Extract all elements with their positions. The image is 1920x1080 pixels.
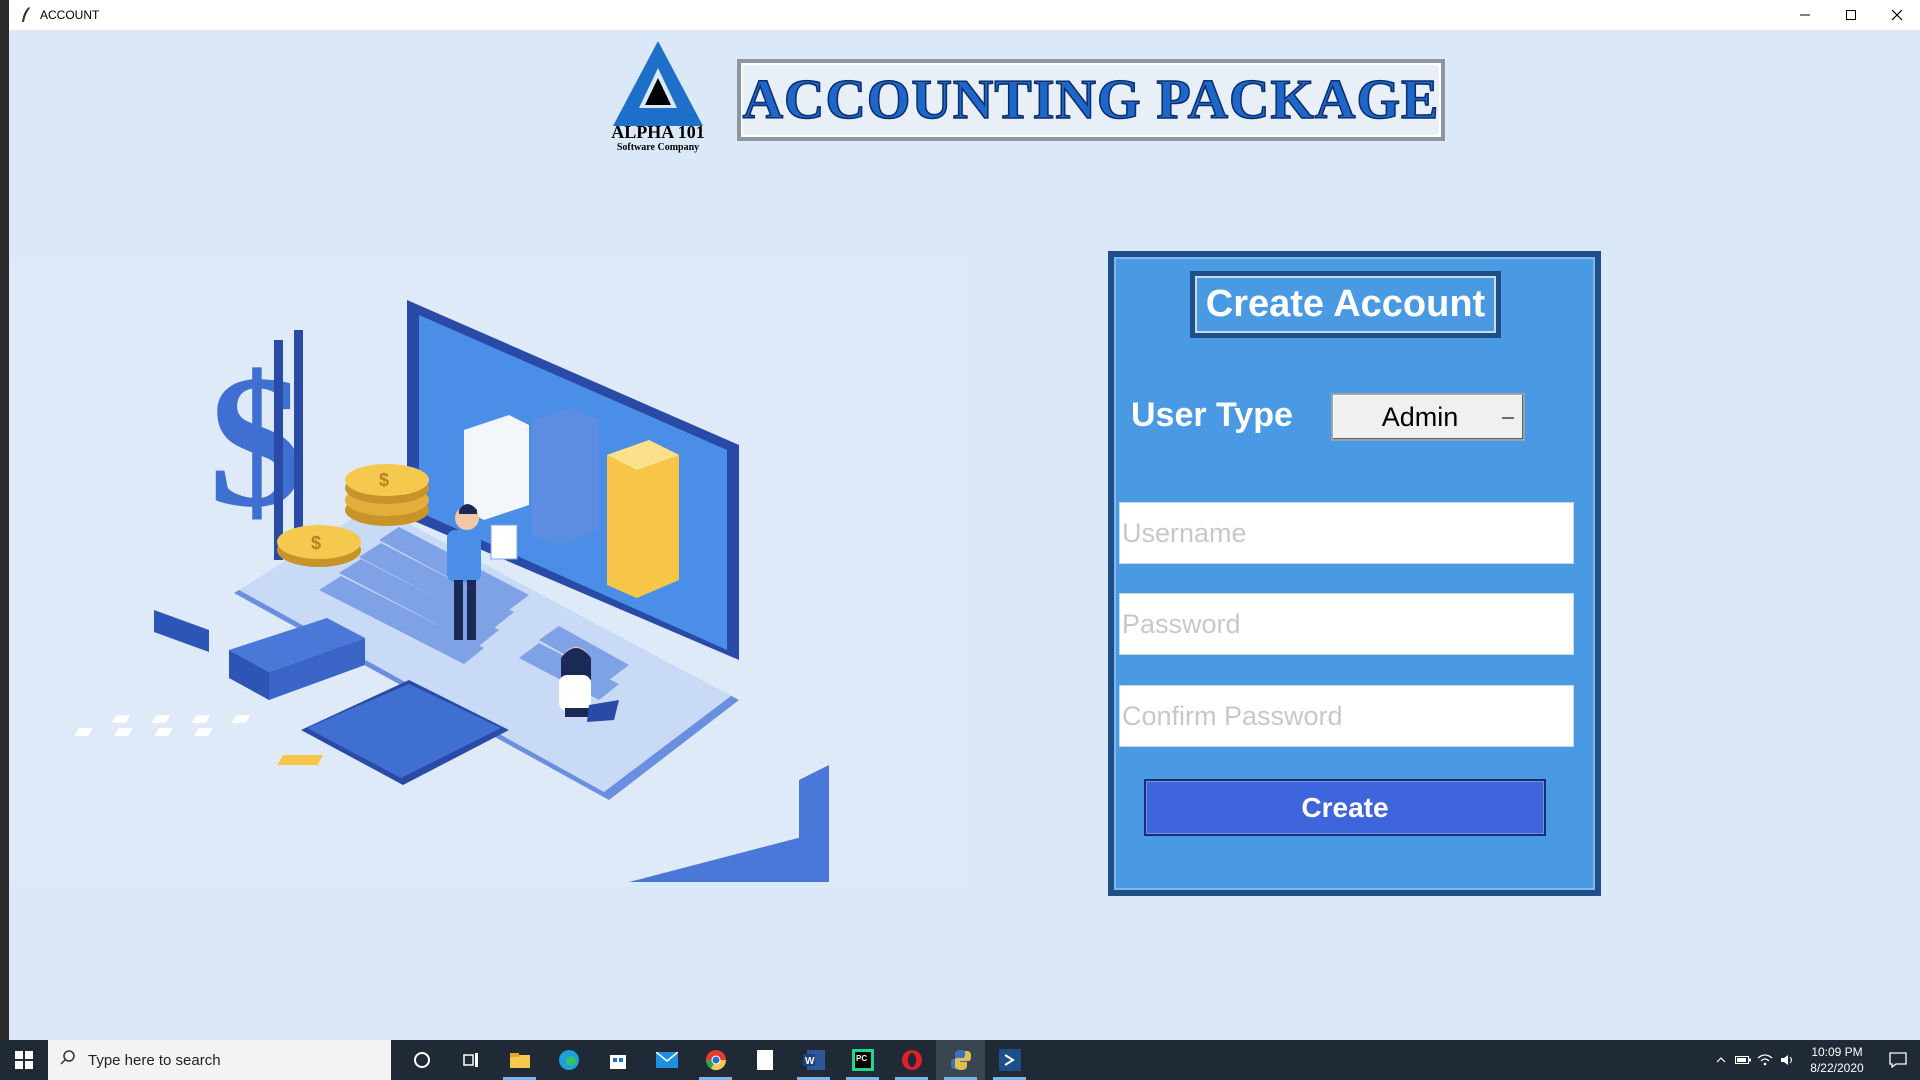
volume-icon[interactable] <box>1776 1040 1798 1080</box>
maximize-button[interactable] <box>1828 0 1874 30</box>
accounting-illustration: $ $ $ <box>74 300 829 882</box>
password-input[interactable] <box>1120 594 1573 654</box>
chevron-up-icon[interactable] <box>1710 1040 1732 1080</box>
create-button[interactable]: Create <box>1144 779 1546 836</box>
search-placeholder: Type here to search <box>88 1051 221 1069</box>
windows-start-icon[interactable] <box>0 1040 48 1080</box>
file-explorer-icon[interactable] <box>495 1040 544 1080</box>
clock[interactable]: 10:09 PM 8/22/2020 <box>1798 1044 1876 1076</box>
app-title: ACCOUNTING PACKAGE <box>742 68 1440 132</box>
wifi-icon[interactable] <box>1754 1040 1776 1080</box>
clock-date: 8/22/2020 <box>1810 1061 1864 1075</box>
taskbar: Type here to search W PC 10:09 PM 8/22/2… <box>0 1040 1920 1080</box>
system-tray: 10:09 PM 8/22/2020 <box>1710 1040 1920 1080</box>
mail-icon[interactable] <box>642 1040 691 1080</box>
confirm-password-input[interactable] <box>1120 686 1573 746</box>
window-title: ACCOUNT <box>40 8 100 22</box>
svg-text:PC: PC <box>856 1054 867 1063</box>
feather-icon <box>18 6 34 24</box>
cortana-icon[interactable] <box>397 1040 446 1080</box>
svg-text:$: $ <box>379 470 389 490</box>
create-account-heading-box: Create Account <box>1190 271 1501 338</box>
user-type-label: User Type <box>1131 396 1293 434</box>
battery-icon[interactable] <box>1732 1040 1754 1080</box>
minimize-button[interactable] <box>1782 0 1828 30</box>
username-field-box <box>1119 502 1574 564</box>
store-icon[interactable] <box>593 1040 642 1080</box>
vscode-icon[interactable] <box>985 1040 1034 1080</box>
svg-text:$: $ <box>209 337 304 547</box>
svg-text:W: W <box>805 1056 815 1067</box>
close-button[interactable] <box>1874 0 1920 30</box>
notification-icon[interactable] <box>1876 1040 1920 1080</box>
svg-text:$: $ <box>311 533 321 553</box>
word-icon[interactable]: W <box>789 1040 838 1080</box>
notepad-icon[interactable] <box>740 1040 789 1080</box>
logo-company-subtitle: Software Company <box>616 142 700 153</box>
opera-icon[interactable] <box>887 1040 936 1080</box>
task-view-icon[interactable] <box>446 1040 495 1080</box>
clock-time: 10:09 PM <box>1811 1045 1863 1059</box>
user-type-select[interactable]: Admin <box>1331 393 1525 441</box>
pycharm-icon[interactable]: PC <box>838 1040 887 1080</box>
main-window-area: ALPHA 101 Software Company ACCOUNTING PA… <box>9 30 1920 1040</box>
password-field-box <box>1119 593 1574 655</box>
user-type-value: Admin <box>1381 401 1459 432</box>
python-icon[interactable] <box>936 1040 985 1080</box>
window-edge <box>0 0 9 1040</box>
chrome-icon[interactable] <box>691 1040 740 1080</box>
app-title-banner: ACCOUNTING PACKAGE <box>737 59 1445 141</box>
dropdown-indicator-icon <box>1501 409 1523 425</box>
search-icon <box>60 1049 76 1071</box>
title-bar: ACCOUNT <box>9 0 1920 30</box>
confirm-password-field-box <box>1119 685 1574 747</box>
taskbar-search-box[interactable]: Type here to search <box>48 1040 391 1080</box>
username-input[interactable] <box>1120 503 1573 563</box>
logo-company-name: ALPHA 101 <box>611 122 705 142</box>
create-account-heading: Create Account <box>1205 283 1486 325</box>
edge-icon[interactable] <box>544 1040 593 1080</box>
